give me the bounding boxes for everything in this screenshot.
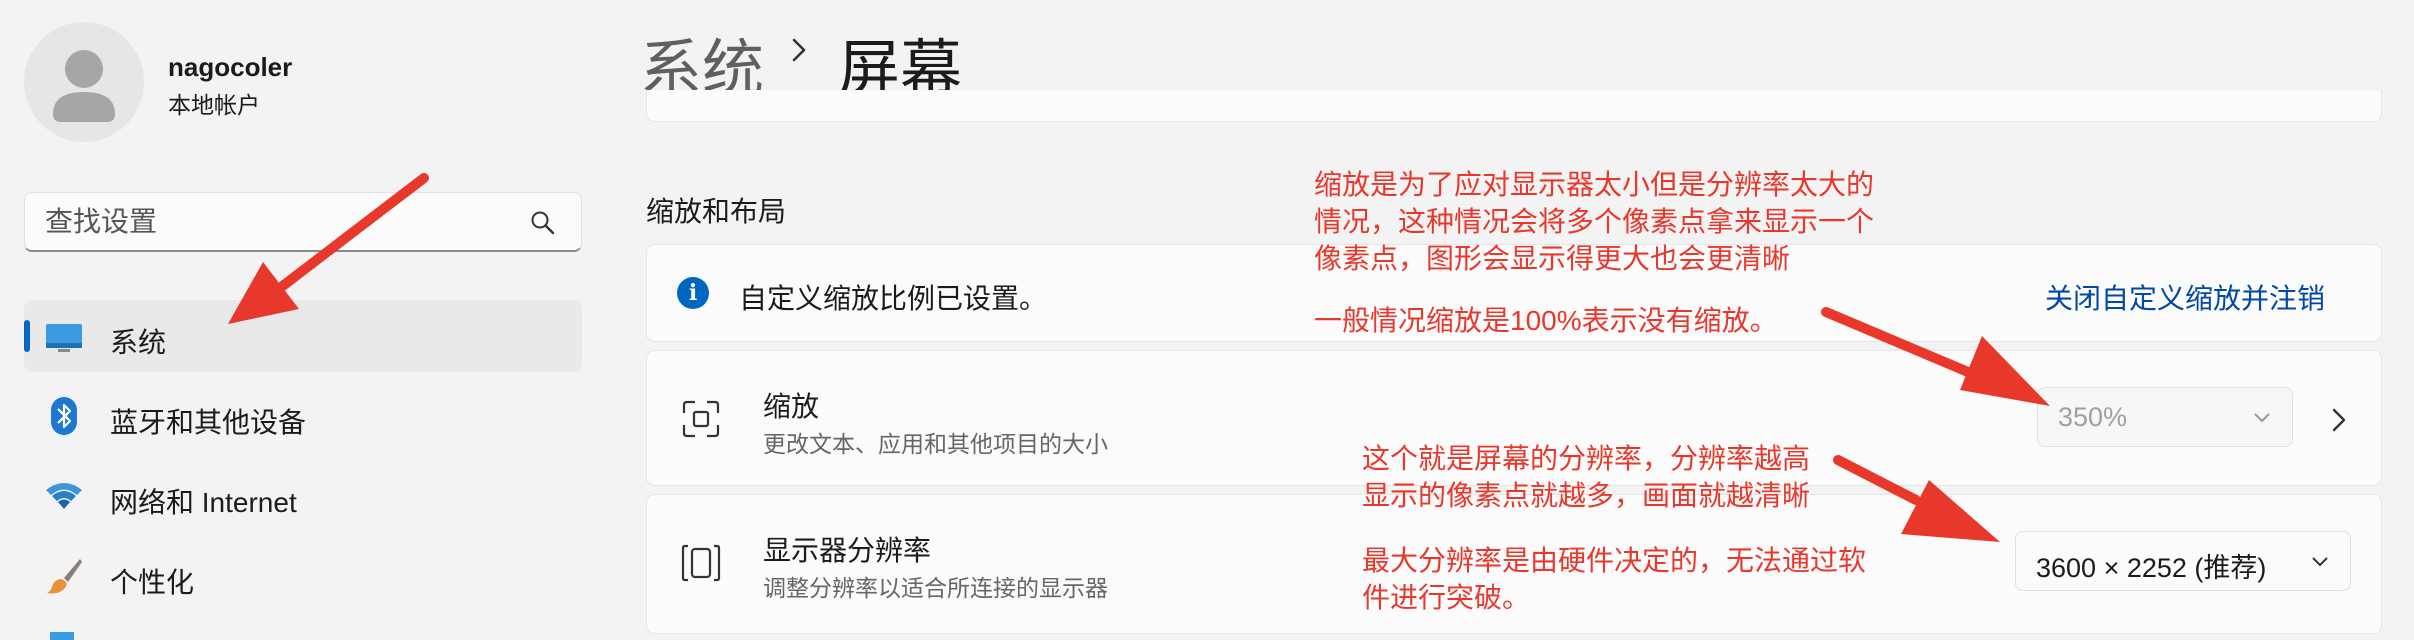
resolution-description: 调整分辨率以适合所连接的显示器	[763, 575, 1108, 601]
annotation-line: 件进行突破。	[1362, 582, 1531, 613]
resolution-icon	[681, 544, 721, 582]
resolution-dropdown[interactable]: 3600 × 2252 (推荐)	[2015, 531, 2351, 591]
sidebar-item-label: 个性化	[110, 567, 195, 598]
section-title: 缩放和布局	[646, 196, 787, 227]
partial-icon	[50, 632, 74, 640]
annotation-line: 缩放是为了应对显示器太小但是分辨率太大的	[1314, 169, 1875, 200]
sidebar-item-personalization[interactable]: 个性化	[24, 540, 582, 612]
scaling-default-annotation: 一般情况缩放是100%表示没有缩放。	[1314, 305, 1778, 336]
scaling-annotation: 缩放是为了应对显示器太小但是分辨率太大的 情况，这种情况会将多个像素点拿来显示一…	[1314, 166, 1874, 277]
hardware-annotation: 最大分辨率是由硬件决定的，无法通过软 件进行突破。	[1362, 542, 1866, 616]
info-icon: i	[677, 277, 709, 309]
active-indicator	[24, 320, 30, 352]
resolution-title: 显示器分辨率	[763, 535, 932, 566]
scale-description: 更改文本、应用和其他项目的大小	[763, 431, 1108, 457]
scale-title: 缩放	[763, 391, 820, 422]
search-box[interactable]	[24, 192, 582, 252]
user-name: nagocoler	[168, 52, 293, 82]
sidebar-item-system[interactable]: 系统	[24, 300, 582, 372]
annotation-line: 显示的像素点就越多，画面就越清晰	[1362, 480, 1811, 511]
resolution-value: 3600 × 2252 (推荐)	[2036, 553, 2267, 583]
scale-dropdown[interactable]: 350%	[2037, 387, 2293, 447]
annotation-line: 这个就是屏幕的分辨率，分辨率越高	[1362, 443, 1811, 474]
scale-value: 350%	[2058, 402, 2128, 432]
sidebar-item-network[interactable]: 网络和 Internet	[24, 460, 582, 532]
resolution-annotation: 这个就是屏幕的分辨率，分辨率越高 显示的像素点就越多，画面就越清晰	[1362, 440, 1810, 514]
chevron-down-icon	[2312, 557, 2328, 567]
account-type: 本地帐户	[168, 92, 260, 118]
annotation-line: 最大分辨率是由硬件决定的，无法通过软	[1362, 545, 1867, 576]
wifi-icon	[46, 483, 82, 509]
scale-icon	[682, 400, 720, 438]
bluetooth-icon	[51, 397, 77, 435]
sidebar-item-label: 蓝牙和其他设备	[110, 407, 307, 438]
annotation-line: 情况，这种情况会将多个像素点拿来显示一个	[1314, 206, 1875, 237]
chevron-right-icon[interactable]	[2331, 407, 2347, 433]
search-icon[interactable]	[529, 209, 557, 237]
info-text: 自定义缩放比例已设置。	[739, 283, 1048, 314]
chevron-right-icon	[792, 38, 806, 62]
avatar[interactable]	[24, 22, 144, 142]
person-icon	[53, 50, 115, 122]
sidebar-item-label: 系统	[110, 327, 167, 358]
chevron-down-icon	[2254, 413, 2270, 423]
sidebar-item-label: 网络和 Internet	[110, 487, 297, 518]
annotation-line: 像素点，图形会显示得更大也会更清晰	[1314, 243, 1791, 274]
sidebar-item-bluetooth[interactable]: 蓝牙和其他设备	[24, 380, 582, 452]
monitor-icon	[46, 324, 82, 352]
previous-card	[646, 90, 2382, 122]
brush-icon	[47, 559, 82, 594]
sign-out-link[interactable]: 关闭自定义缩放并注销	[2045, 277, 2325, 317]
search-input[interactable]	[43, 201, 517, 243]
